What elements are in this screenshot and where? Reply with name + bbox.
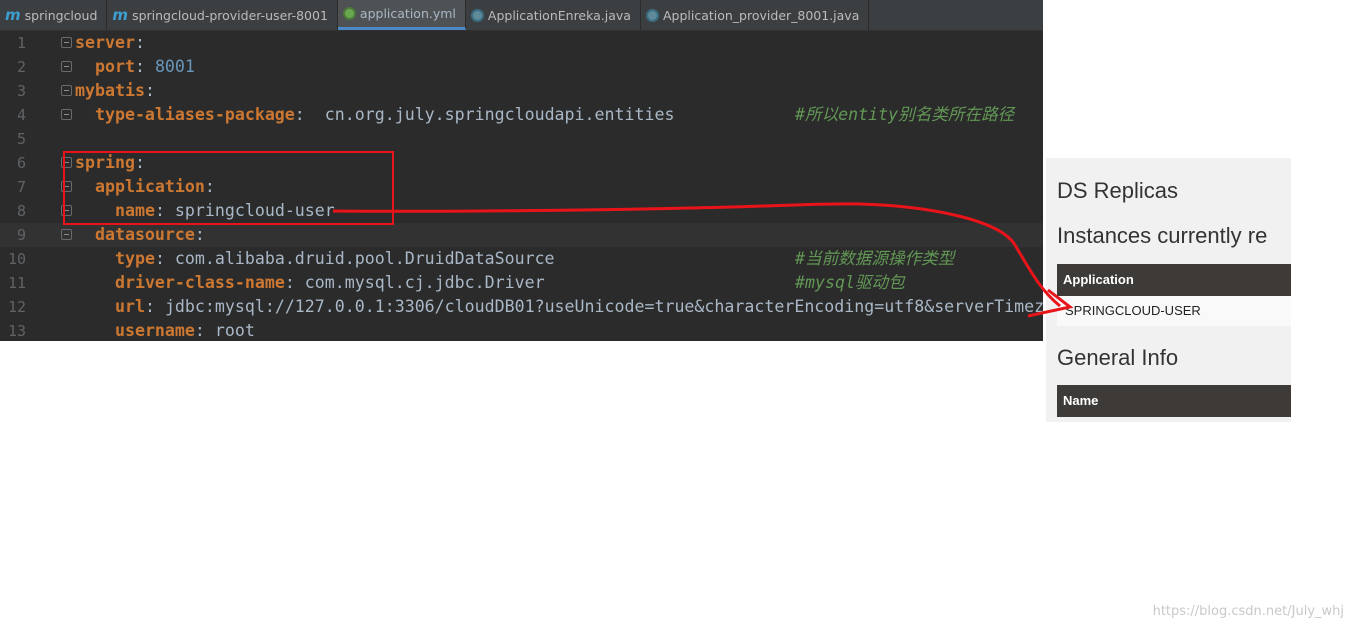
ds-replicas-heading: DS Replicas: [1057, 178, 1179, 203]
tab-label: springcloud-provider-user-8001: [132, 7, 328, 23]
fold-toggle-icon[interactable]: [61, 229, 72, 240]
yaml-key: mybatis: [75, 81, 145, 100]
code-line[interactable]: 10 type: com.alibaba.druid.pool.DruidDat…: [0, 247, 1043, 271]
line-number: 9: [16, 226, 26, 244]
yaml-key: datasource: [94, 225, 195, 244]
tab-application-yml[interactable]: application.yml: [337, 0, 466, 30]
editor-tab-bar: m springcloud m springcloud-provider-user-8…: [0, 0, 1043, 31]
yaml-key: type-aliases-package: [94, 105, 295, 124]
line-number: 12: [7, 298, 26, 316]
line-number: 3: [16, 82, 26, 100]
tab-label: Application_provider_8001.java: [662, 7, 860, 23]
tab-label: application.yml: [359, 6, 456, 21]
code-text: driver-class-name: com.mysql.cj.jdbc.Dri…: [114, 273, 545, 292]
code-line[interactable]: 4 type-aliases-package: cn.org.july.spri…: [0, 103, 1043, 127]
yaml-value: springcloud-user: [174, 201, 335, 220]
code-line[interactable]: 7 application:: [0, 175, 1043, 199]
ide-editor-window: m springcloud m springcloud-provider-user-8…: [0, 0, 1043, 341]
yaml-comment: #当前数据源操作类型: [795, 249, 955, 268]
spring-yaml-icon: [342, 7, 356, 20]
eureka-dashboard: DS Replicas Instances currently re Appli…: [1046, 158, 1291, 422]
line-number: 10: [7, 250, 26, 268]
fold-toggle-icon[interactable]: [61, 109, 72, 120]
tab-springcloud[interactable]: m springcloud: [0, 0, 108, 30]
code-line[interactable]: 8 name: springcloud-user: [0, 199, 1043, 223]
code-text: type: com.alibaba.druid.pool.DruidDataSo…: [114, 249, 555, 268]
instances-heading: Instances currently re: [1057, 223, 1268, 248]
spring-boot-class-icon: [470, 8, 484, 22]
application-row[interactable]: SPRINGCLOUD-USER: [1057, 296, 1291, 326]
code-text: mybatis:: [75, 81, 155, 100]
yaml-key: spring: [75, 153, 135, 172]
application-column-header: Application: [1057, 264, 1291, 296]
code-line[interactable]: 6 spring:: [0, 151, 1043, 175]
code-line[interactable]: 3 mybatis:: [0, 79, 1043, 103]
tab-label: springcloud: [24, 7, 98, 23]
maven-module-icon: m: [112, 6, 129, 24]
line-number: 11: [7, 274, 26, 292]
line-number: 13: [7, 322, 26, 340]
code-text: spring:: [75, 153, 145, 172]
code-text: type-aliases-package: cn.org.july.spring…: [94, 105, 675, 124]
fold-toggle-icon[interactable]: [61, 37, 72, 48]
yaml-value: root: [214, 321, 255, 340]
code-text: server:: [75, 33, 145, 52]
code-line[interactable]: 9 datasource:: [0, 223, 1043, 247]
code-line[interactable]: 2 port: 8001: [0, 55, 1043, 79]
name-column-header: Name: [1057, 385, 1291, 417]
line-number: 5: [16, 130, 26, 148]
yaml-key: name: [114, 201, 155, 220]
code-text: application:: [94, 177, 215, 196]
general-info-heading: General Info: [1057, 345, 1179, 370]
code-text: name: springcloud-user: [114, 201, 335, 220]
yaml-key: type: [114, 249, 155, 268]
fold-toggle-icon[interactable]: [61, 181, 72, 192]
line-number: 6: [16, 154, 26, 172]
watermark: https://blog.csdn.net/July_whj: [1152, 604, 1344, 619]
yaml-key: driver-class-name: [114, 273, 285, 292]
maven-module-icon: m: [5, 6, 21, 24]
fold-toggle-icon[interactable]: [61, 157, 72, 168]
tab-springcloud-provider-user-8001[interactable]: m springcloud-provider-user-8001: [107, 0, 338, 30]
spring-boot-class-icon: [645, 8, 659, 22]
code-line[interactable]: 1 server:: [0, 31, 1043, 55]
code-line[interactable]: 12 url: jdbc:mysql://127.0.0.1:3306/clou…: [0, 295, 1043, 319]
yaml-value: com.alibaba.druid.pool.DruidDataSource: [174, 249, 555, 268]
yaml-key: port: [94, 57, 135, 76]
tab-applicationenreka-java[interactable]: ApplicationEnreka.java: [466, 0, 641, 30]
yaml-key: username: [114, 321, 195, 340]
yaml-value: jdbc:mysql://127.0.0.1:3306/cloudDB01?us…: [164, 297, 1043, 316]
code-text: url: jdbc:mysql://127.0.0.1:3306/cloudDB…: [114, 297, 1043, 316]
fold-toggle-icon[interactable]: [61, 205, 72, 216]
line-number: 2: [16, 58, 26, 76]
tab-application-provider-8001-java[interactable]: Application_provider_8001.java: [641, 0, 870, 30]
code-text: datasource:: [94, 225, 205, 244]
yaml-key: application: [94, 177, 205, 196]
code-line[interactable]: 5: [0, 127, 1043, 151]
code-line[interactable]: 13 username: root: [0, 319, 1043, 341]
line-number: 7: [16, 178, 26, 196]
line-number: 8: [16, 202, 26, 220]
fold-toggle-icon[interactable]: [61, 85, 72, 96]
yaml-key: server: [75, 33, 135, 52]
tab-label: ApplicationEnreka.java: [487, 7, 631, 23]
yaml-value: com.mysql.cj.jdbc.Driver: [304, 273, 545, 292]
yaml-comment: #mysql驱动包: [795, 273, 905, 292]
code-text: username: root: [114, 321, 255, 340]
yaml-key: url: [114, 297, 145, 316]
code-line[interactable]: 11 driver-class-name: com.mysql.cj.jdbc.…: [0, 271, 1043, 295]
yaml-value: cn.org.july.springcloudapi.entities: [324, 105, 675, 124]
line-number: 1: [16, 34, 26, 52]
fold-toggle-icon[interactable]: [61, 61, 72, 72]
yaml-comment: #所以entity别名类所在路径: [795, 105, 1015, 124]
line-number: 4: [16, 106, 26, 124]
code-text: port: 8001: [94, 57, 195, 76]
yaml-value: 8001: [154, 57, 195, 76]
